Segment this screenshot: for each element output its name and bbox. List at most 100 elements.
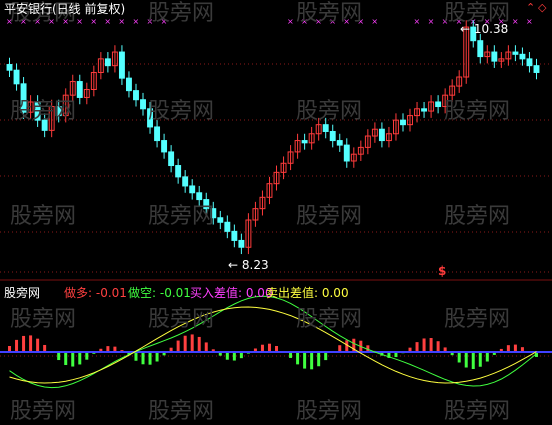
volume-bar: [155, 352, 159, 362]
signal-mark: ×: [34, 17, 41, 26]
volume-bar: [197, 336, 201, 352]
candle-body: [238, 239, 245, 248]
signal-mark: ×: [62, 17, 69, 26]
candle-body: [182, 176, 189, 187]
candle-body: [20, 83, 27, 113]
volume-bar: [183, 335, 187, 352]
volume-bar: [78, 352, 82, 365]
volume-bar: [141, 352, 145, 365]
candle-body: [378, 128, 385, 142]
volume-bar: [485, 352, 489, 362]
volume-bar: [267, 343, 271, 352]
signal-mark: ×: [6, 17, 13, 26]
volume-bar: [471, 352, 475, 370]
max-price-label: ← 10.38: [460, 22, 509, 36]
candle-body: [231, 230, 238, 241]
candle-body: [104, 58, 111, 67]
candle-body: [168, 151, 175, 167]
candle-body: [435, 101, 442, 108]
volume-bar: [506, 345, 510, 352]
legend-zuokong: 做空: -0.01: [128, 286, 191, 300]
volume-bar: [134, 352, 138, 361]
candle-body: [477, 40, 484, 58]
candle-body: [175, 165, 182, 178]
volume-bar: [232, 352, 236, 361]
signal-mark: ×: [76, 17, 83, 26]
signal-marker: $: [438, 264, 447, 278]
volume-bar: [204, 342, 208, 352]
diamond-icon[interactable]: ◇: [538, 2, 546, 14]
candle-body: [140, 99, 146, 110]
candle-body: [118, 51, 125, 79]
volume-bar: [429, 338, 433, 352]
kline-chart: ××××××××××××××××××××××××××××: [0, 17, 552, 389]
candle-body: [343, 144, 350, 162]
volume-bar: [317, 352, 321, 367]
signal-mark: ×: [371, 17, 378, 26]
volume-bar: [190, 334, 194, 352]
signal-mark: ×: [118, 17, 125, 26]
candle-body: [400, 119, 406, 126]
candle-body: [6, 64, 13, 71]
signal-mark: ×: [104, 17, 111, 26]
signal-mark: ×: [343, 17, 350, 26]
candle-body: [147, 108, 153, 128]
maichu-line: [9, 306, 537, 384]
signal-mark: ×: [132, 17, 139, 26]
signal-mark: ×: [428, 17, 435, 26]
indicator-name[interactable]: 股旁网: [4, 286, 40, 300]
volume-bar: [22, 335, 26, 352]
volume-bar: [148, 352, 152, 365]
scroll-up-icon[interactable]: ⌃: [526, 2, 535, 14]
signal-mark: ×: [315, 17, 322, 26]
volume-bar: [71, 352, 75, 367]
volume-bar: [260, 344, 264, 352]
signal-mark: ×: [161, 17, 168, 26]
signal-mark: ×: [414, 17, 421, 26]
legend-mairu: 买入差值: 0.00: [190, 286, 273, 300]
candle-body: [217, 217, 224, 223]
volume-bar: [176, 340, 180, 352]
min-price-label: ← 8.23: [228, 258, 269, 272]
volume-bar: [324, 352, 328, 361]
candle-body: [526, 58, 533, 67]
candle-body: [196, 192, 203, 201]
signal-mark: ×: [301, 17, 308, 26]
signal-mark: ×: [329, 17, 336, 26]
candle-body: [336, 140, 343, 146]
signal-mark: ×: [147, 17, 154, 26]
volume-bar: [43, 344, 47, 352]
volume-bar: [310, 352, 314, 370]
volume-bar: [225, 352, 229, 360]
volume-bar: [64, 352, 68, 366]
signal-mark: ×: [90, 17, 97, 26]
candle-body: [203, 199, 210, 210]
candle-body: [421, 108, 428, 112]
candle-body: [301, 140, 308, 144]
candle-body: [322, 124, 329, 132]
signal-mark: ×: [526, 17, 533, 26]
volume-bar: [36, 338, 40, 352]
candle-body: [76, 81, 83, 98]
volume-bar: [303, 352, 307, 369]
candle-body: [533, 65, 540, 73]
legend-zuoduo: 做多: -0.01: [64, 286, 127, 300]
volume-bar: [15, 339, 19, 352]
candle-body: [126, 77, 132, 92]
candle-body: [154, 126, 161, 142]
chart-window: ×××××××××××××××××××××××××××× 股旁网 股旁网 股旁网…: [0, 0, 552, 425]
candle-body: [13, 69, 20, 85]
volume-bar: [296, 352, 300, 365]
candle-body: [133, 90, 139, 101]
volume-bar: [338, 345, 342, 352]
volume-bar: [85, 352, 89, 360]
volume-bar: [478, 352, 482, 367]
legend-maichu: 卖出差值: 0.00: [266, 286, 349, 300]
signal-mark: ×: [287, 17, 294, 26]
candle-body: [34, 101, 41, 121]
volume-bar: [457, 352, 461, 363]
candle-body: [491, 51, 498, 62]
volume-bar: [464, 352, 468, 368]
candle-body: [189, 185, 196, 194]
candle-body: [161, 140, 168, 153]
